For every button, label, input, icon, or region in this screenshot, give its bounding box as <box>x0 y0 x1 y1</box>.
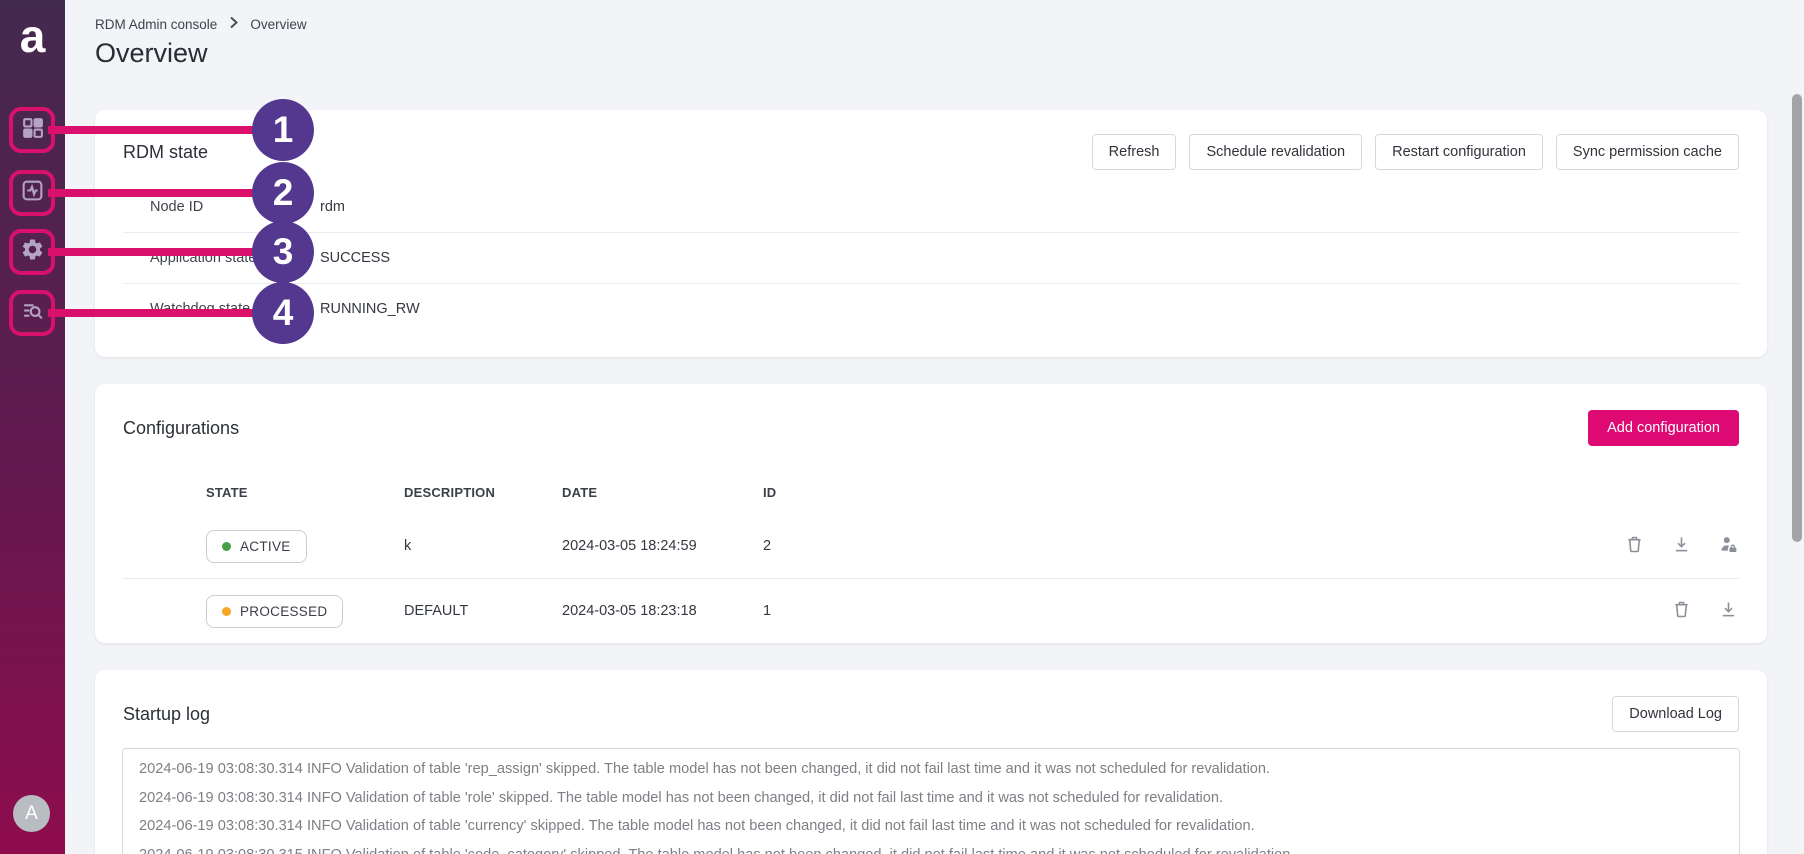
watchdog-state-value: RUNNING_RW <box>320 301 420 317</box>
download-log-button[interactable]: Download Log <box>1612 696 1739 732</box>
user-avatar[interactable]: A <box>13 795 50 832</box>
annotation-badge-1: 1 <box>252 99 314 161</box>
log-line: 2024-06-19 03:08:30.314 INFO Validation … <box>139 812 1723 841</box>
annotation-line-4 <box>48 309 260 317</box>
column-header-id: ID <box>763 485 1569 500</box>
breadcrumb-chevron-icon <box>228 16 239 32</box>
configurations-title: Configurations <box>123 418 239 439</box>
log-search-icon <box>20 298 45 328</box>
breadcrumb: RDM Admin console Overview <box>95 16 307 32</box>
annotation-badge-4: 4 <box>252 282 314 344</box>
schedule-revalidation-button[interactable]: Schedule revalidation <box>1189 134 1362 170</box>
breadcrumb-current: Overview <box>250 17 306 32</box>
annotation-line-2 <box>48 189 260 197</box>
startup-log-title: Startup log <box>123 704 210 725</box>
settings-gear-icon <box>20 237 45 267</box>
id-cell: 1 <box>763 603 1569 619</box>
log-line: 2024-06-19 03:08:30.314 INFO Validation … <box>139 784 1723 813</box>
application-state-row: Application state SUCCESS <box>95 233 1767 283</box>
annotation-badge-2: 2 <box>252 162 314 224</box>
annotation-line-1 <box>48 126 260 134</box>
rdm-state-title: RDM state <box>123 142 208 163</box>
download-icon <box>1671 534 1692 558</box>
add-configuration-button[interactable]: Add configuration <box>1588 410 1739 446</box>
dashboard-grid-icon <box>20 115 45 145</box>
breadcrumb-root[interactable]: RDM Admin console <box>95 17 217 32</box>
log-line: 2024-06-19 03:08:30.314 INFO Validation … <box>139 755 1723 784</box>
log-line: 2024-06-19 03:08:30.315 INFO Validation … <box>139 841 1723 854</box>
refresh-button[interactable]: Refresh <box>1092 134 1177 170</box>
node-id-value: rdm <box>320 199 345 215</box>
delete-configuration-button[interactable] <box>1624 534 1645 558</box>
date-cell: 2024-03-05 18:23:18 <box>562 603 763 619</box>
monitor-activity-icon <box>20 178 45 208</box>
status-dot-processed <box>222 607 231 616</box>
column-header-date: DATE <box>562 485 763 500</box>
download-configuration-button[interactable] <box>1671 534 1692 558</box>
status-badge: PROCESSED <box>206 595 343 628</box>
configuration-row: PROCESSED DEFAULT 2024-03-05 18:23:18 1 <box>95 579 1767 643</box>
startup-log-viewer[interactable]: 2024-06-19 03:08:30.314 INFO Validation … <box>122 748 1740 854</box>
watchdog-state-row: Watchdog state RUNNING_RW <box>95 284 1767 334</box>
download-configuration-button[interactable] <box>1718 599 1739 623</box>
description-cell: DEFAULT <box>404 603 562 619</box>
delete-configuration-button[interactable] <box>1671 599 1692 623</box>
configurations-table-header: STATE DESCRIPTION DATE ID <box>95 470 1767 514</box>
user-lock-icon <box>1718 534 1739 558</box>
page-title: Overview <box>95 38 208 69</box>
date-cell: 2024-03-05 18:24:59 <box>562 538 763 554</box>
trash-icon <box>1624 534 1645 558</box>
status-dot-active <box>222 542 231 551</box>
download-icon <box>1718 599 1739 623</box>
configuration-row: ACTIVE k 2024-03-05 18:24:59 2 <box>95 514 1767 578</box>
rdm-state-card: RDM state Refresh Schedule revalidation … <box>95 110 1767 357</box>
column-header-state: STATE <box>206 485 404 500</box>
description-cell: k <box>404 538 562 554</box>
page-scrollbar-thumb[interactable] <box>1792 94 1802 542</box>
annotation-line-3 <box>48 248 260 256</box>
application-state-value: SUCCESS <box>320 250 390 266</box>
restart-configuration-button[interactable]: Restart configuration <box>1375 134 1543 170</box>
status-badge: ACTIVE <box>206 530 307 563</box>
configurations-card: Configurations Add configuration STATE D… <box>95 384 1767 643</box>
sync-permission-cache-button[interactable]: Sync permission cache <box>1556 134 1739 170</box>
permissions-configuration-button[interactable] <box>1718 534 1739 558</box>
column-header-description: DESCRIPTION <box>404 485 562 500</box>
app-logo: a <box>0 8 65 64</box>
startup-log-card: Startup log Download Log 2024-06-19 03:0… <box>95 670 1767 854</box>
node-id-row: Node ID rdm <box>95 182 1767 232</box>
annotation-badge-3: 3 <box>252 221 314 283</box>
trash-icon <box>1671 599 1692 623</box>
id-cell: 2 <box>763 538 1569 554</box>
